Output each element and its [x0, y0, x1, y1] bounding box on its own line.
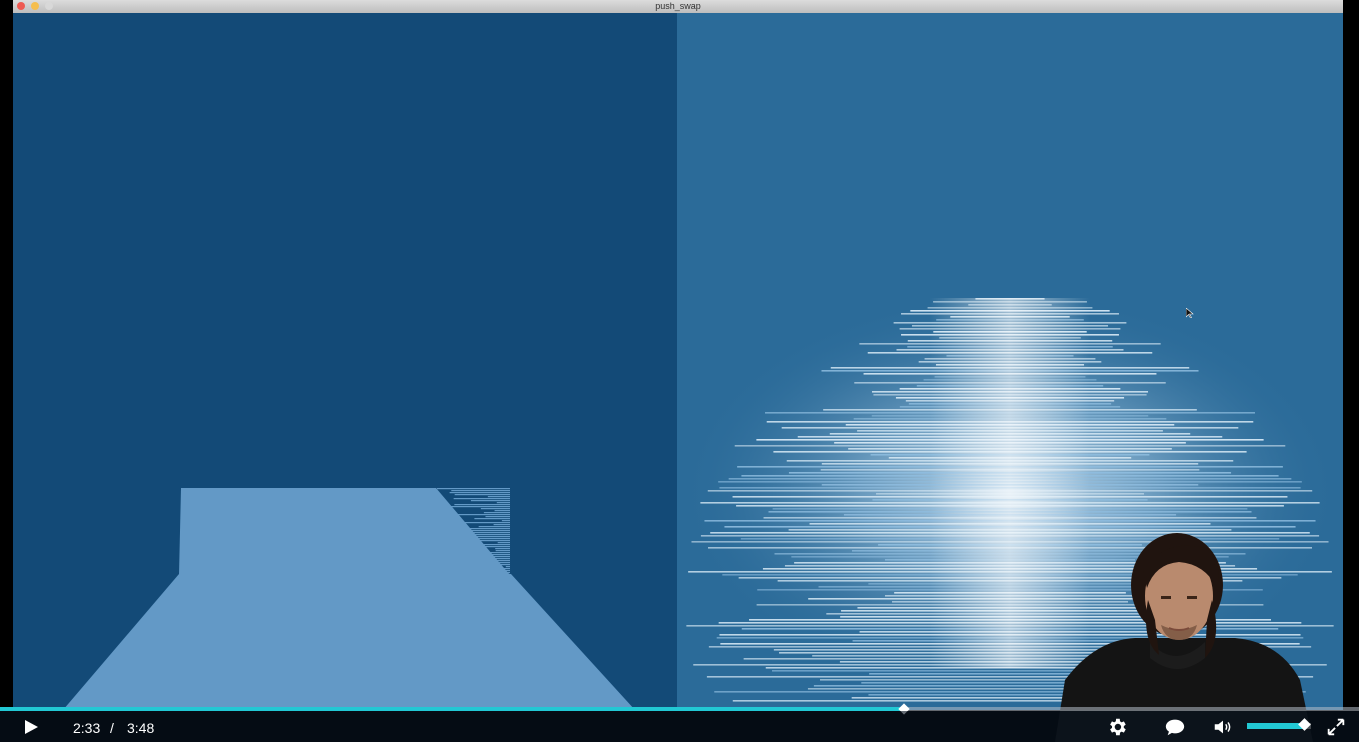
volume-level: [1247, 723, 1305, 729]
stack-a-sorted-bars: [179, 488, 510, 575]
volume-slider[interactable]: [1247, 718, 1311, 731]
stack-a-base-bars: [63, 574, 635, 710]
fullscreen-icon[interactable]: [1325, 716, 1347, 738]
time-separator: /: [110, 720, 114, 736]
video-control-bar: 2:33 / 3:48: [0, 711, 1359, 742]
play-icon[interactable]: [22, 718, 40, 736]
stack-a-graphic: [63, 488, 635, 710]
window-title: push_swap: [655, 1, 701, 11]
total-duration: 3:48: [127, 720, 155, 736]
stack-a-panel: [13, 13, 677, 710]
video-frame[interactable]: push_swap 2:33 / 3:48: [0, 0, 1359, 742]
current-time: 2:33: [73, 720, 101, 736]
settings-gear-icon[interactable]: [1106, 716, 1128, 738]
window-titlebar: push_swap: [13, 0, 1343, 13]
captions-icon[interactable]: [1164, 716, 1186, 738]
mouse-cursor-icon: [1186, 308, 1194, 318]
volume-icon[interactable]: [1212, 716, 1234, 738]
